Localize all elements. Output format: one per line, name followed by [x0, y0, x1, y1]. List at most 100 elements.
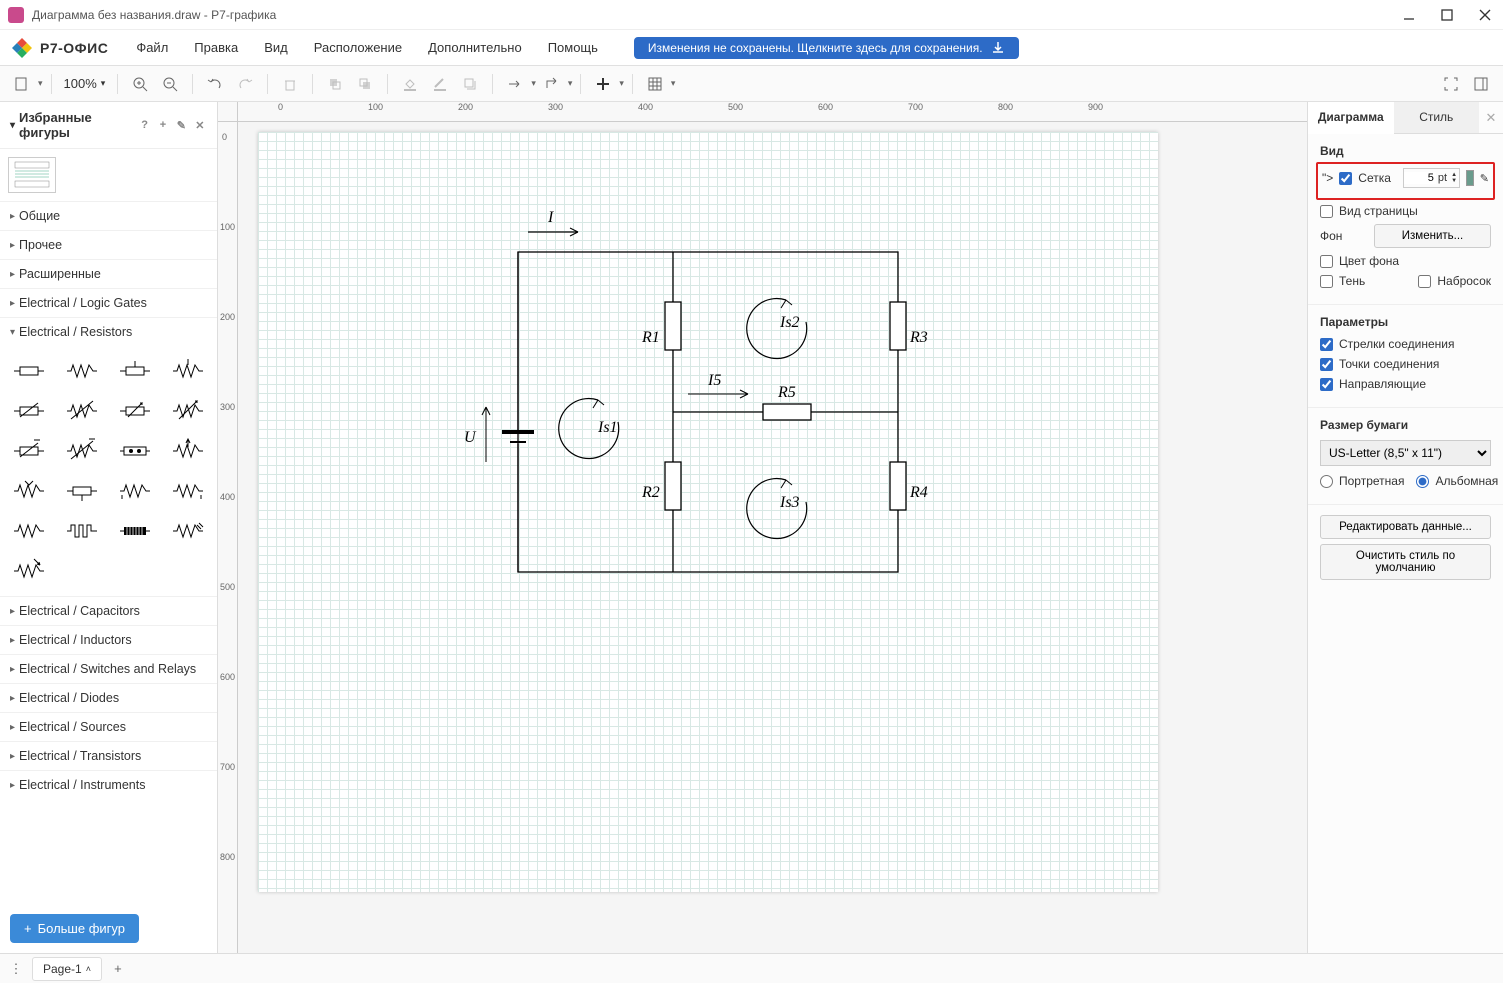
zoom-out-button[interactable] [156, 70, 184, 98]
shape-resistor-7[interactable] [112, 394, 159, 428]
page-setup-button[interactable] [8, 70, 36, 98]
cat-diodes[interactable]: ▸Electrical / Diodes [0, 683, 217, 712]
insert-button[interactable] [589, 70, 617, 98]
cat-logic-gates[interactable]: ▸Electrical / Logic Gates [0, 288, 217, 317]
cat-common[interactable]: ▸Общие [0, 201, 217, 230]
menu-extras[interactable]: Дополнительно [418, 34, 532, 61]
menu-arrange[interactable]: Расположение [304, 34, 412, 61]
table-button[interactable] [641, 70, 669, 98]
cat-switches[interactable]: ▸Electrical / Switches and Relays [0, 654, 217, 683]
shadow-button[interactable] [456, 70, 484, 98]
window-title: Диаграмма без названия.draw - Р7-графика [32, 8, 1399, 22]
grid-size-input[interactable]: pt ▲▼ [1403, 168, 1460, 188]
connection-button[interactable] [501, 70, 529, 98]
shape-resistor-15[interactable] [112, 474, 159, 508]
tab-style[interactable]: Стиль [1394, 102, 1480, 133]
edit-data-button[interactable]: Редактировать данные... [1320, 515, 1491, 539]
svg-text:I5: I5 [707, 372, 721, 389]
shadow-checkbox[interactable] [1320, 275, 1333, 288]
cat-misc[interactable]: ▸Прочее [0, 230, 217, 259]
menu-file[interactable]: Файл [126, 34, 178, 61]
shape-resistor-8[interactable] [164, 394, 211, 428]
bg-color-checkbox[interactable] [1320, 255, 1333, 268]
close-sidebar-icon[interactable]: ✕ [193, 117, 207, 133]
shape-resistor-11[interactable] [112, 434, 159, 468]
cat-capacitors[interactable]: ▸Electrical / Capacitors [0, 596, 217, 625]
drawing-page[interactable]: I U R1 R2 [258, 132, 1158, 892]
tab-diagram[interactable]: Диаграмма [1308, 102, 1394, 134]
unsaved-changes-banner[interactable]: Изменения не сохранены. Щелкните здесь д… [634, 37, 1019, 59]
portrait-radio[interactable] [1320, 475, 1333, 488]
shape-resistor-17[interactable] [6, 514, 53, 548]
cat-instruments[interactable]: ▸Electrical / Instruments [0, 770, 217, 799]
zoom-select[interactable]: 100% ▾ [60, 76, 110, 91]
guides-checkbox[interactable] [1320, 378, 1333, 391]
minimize-button[interactable] [1399, 5, 1419, 25]
close-panel-icon[interactable]: ✕ [1479, 102, 1503, 133]
format-panel-button[interactable] [1467, 70, 1495, 98]
shape-resistor-1[interactable] [6, 354, 53, 388]
grid-color-swatch[interactable] [1466, 170, 1474, 186]
delete-button[interactable] [276, 70, 304, 98]
shape-resistor-13[interactable] [6, 474, 53, 508]
add-page-button[interactable]: + [108, 961, 128, 976]
line-color-button[interactable] [426, 70, 454, 98]
shape-resistor-16[interactable] [164, 474, 211, 508]
close-button[interactable] [1475, 5, 1495, 25]
help-icon[interactable]: ? [137, 117, 151, 133]
shape-resistor-5[interactable] [6, 394, 53, 428]
shape-resistor-4[interactable] [164, 354, 211, 388]
conn-arrows-checkbox[interactable] [1320, 338, 1333, 351]
conn-points-checkbox[interactable] [1320, 358, 1333, 371]
menu-view[interactable]: Вид [254, 34, 298, 61]
grid-color-edit-icon[interactable]: ✎ [1480, 172, 1489, 185]
pages-menu-button[interactable]: ⋮ [6, 961, 26, 977]
shape-resistor-21[interactable] [6, 554, 53, 588]
shape-resistor-18[interactable] [59, 514, 106, 548]
cat-resistors[interactable]: ▾Electrical / Resistors [0, 317, 217, 346]
svg-text:I: I [547, 209, 554, 226]
shape-resistor-6[interactable] [59, 394, 106, 428]
shape-resistor-3[interactable] [112, 354, 159, 388]
zoom-in-button[interactable] [126, 70, 154, 98]
shape-resistor-10[interactable] [59, 434, 106, 468]
clear-style-button[interactable]: Очистить стиль по умолчанию [1320, 544, 1491, 580]
menu-edit[interactable]: Правка [184, 34, 248, 61]
shape-resistor-9[interactable] [6, 434, 53, 468]
fullscreen-button[interactable] [1437, 70, 1465, 98]
page-tab-1[interactable]: Page-1 ˄ [32, 957, 102, 981]
add-shape-icon[interactable]: + [156, 117, 170, 133]
grid-checkbox[interactable] [1339, 172, 1352, 185]
to-back-button[interactable] [351, 70, 379, 98]
menu-help[interactable]: Помощь [538, 34, 608, 61]
brand-logo: Р7-ОФИС [10, 36, 108, 60]
waypoints-button[interactable] [538, 70, 566, 98]
cat-sources[interactable]: ▸Electrical / Sources [0, 712, 217, 741]
cat-inductors[interactable]: ▸Electrical / Inductors [0, 625, 217, 654]
edit-icon[interactable]: ✎ [174, 117, 188, 133]
to-front-button[interactable] [321, 70, 349, 98]
undo-button[interactable] [201, 70, 229, 98]
app-icon [8, 7, 24, 23]
fill-color-button[interactable] [396, 70, 424, 98]
scratchpad-thumb[interactable] [8, 157, 56, 193]
paper-size-select[interactable]: US-Letter (8,5" x 11") [1320, 440, 1491, 466]
more-shapes-button[interactable]: + Больше фигур [10, 914, 139, 943]
resistor-shapes-grid [0, 346, 217, 596]
cat-transistors[interactable]: ▸Electrical / Transistors [0, 741, 217, 770]
bg-change-button[interactable]: Изменить... [1374, 224, 1491, 248]
cat-advanced[interactable]: ▸Расширенные [0, 259, 217, 288]
maximize-button[interactable] [1437, 5, 1457, 25]
sketch-checkbox[interactable] [1418, 275, 1431, 288]
page-view-checkbox[interactable] [1320, 205, 1333, 218]
shape-resistor-19[interactable] [112, 514, 159, 548]
landscape-radio[interactable] [1416, 475, 1429, 488]
svg-text:Is2: Is2 [779, 314, 800, 331]
shape-resistor-20[interactable] [164, 514, 211, 548]
svg-text:R1: R1 [641, 329, 660, 346]
shape-resistor-2[interactable] [59, 354, 106, 388]
canvas[interactable]: I U R1 R2 [238, 122, 1307, 953]
shape-resistor-14[interactable] [59, 474, 106, 508]
redo-button[interactable] [231, 70, 259, 98]
shape-resistor-12[interactable] [164, 434, 211, 468]
